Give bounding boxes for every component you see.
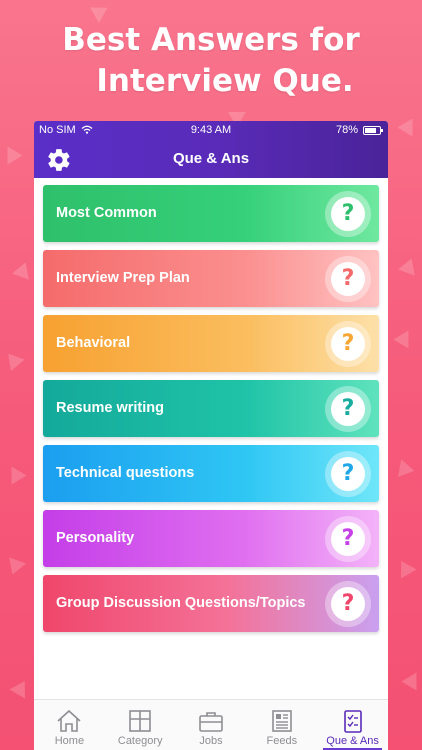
tab-category[interactable]: Category	[105, 700, 176, 750]
decorative-triangle	[3, 557, 27, 578]
headline-line-1: Best Answers for	[62, 22, 360, 58]
decorative-triangle	[1, 347, 25, 372]
list-item-label: Interview Prep Plan	[56, 270, 190, 286]
newspaper-icon	[271, 710, 292, 732]
home-icon	[57, 709, 81, 732]
list-item-technical-questions[interactable]: Technical questions ?	[43, 445, 379, 502]
page-title: Que & Ans	[172, 150, 250, 167]
status-bar: No SIM 9:43 AM 78%	[34, 121, 388, 141]
list-item-label: Behavioral	[56, 335, 131, 351]
list-item-label: Technical questions	[56, 465, 195, 481]
status-time: 9:43 AM	[190, 124, 232, 136]
list-item-group-discussion[interactable]: Group Discussion Questions/Topics ?	[43, 575, 379, 632]
tab-label: Feeds	[266, 735, 298, 747]
decorative-triangle	[11, 466, 27, 485]
promo-headline: Best Answers for Interview Que.	[0, 20, 422, 102]
tab-label: Que & Ans	[326, 735, 379, 747]
tab-jobs[interactable]: Jobs	[176, 700, 247, 750]
list-item-interview-prep-plan[interactable]: Interview Prep Plan ?	[43, 250, 379, 307]
list-item-personality[interactable]: Personality ?	[43, 510, 379, 567]
decorative-triangle	[11, 259, 35, 280]
tab-que-ans[interactable]: Que & Ans	[317, 700, 388, 750]
category-list: Most Common ? Interview Prep Plan ? Beha…	[34, 178, 388, 632]
briefcase-icon	[199, 712, 223, 732]
tab-home[interactable]: Home	[34, 700, 105, 750]
decorative-triangle	[9, 676, 33, 699]
list-item-label: Resume writing	[56, 400, 164, 416]
tab-bar: Home Category Jobs Feeds Que & Ans	[34, 699, 388, 750]
question-icon: ?	[325, 321, 371, 367]
battery-percent: 78%	[335, 124, 358, 136]
list-item-most-common[interactable]: Most Common ?	[43, 185, 379, 242]
question-icon: ?	[325, 451, 371, 497]
question-icon: ?	[325, 581, 371, 627]
question-icon: ?	[325, 516, 371, 562]
category-icon	[129, 710, 151, 732]
decorative-triangle	[393, 556, 417, 579]
list-item-label: Most Common	[56, 205, 157, 221]
navigation-bar: No SIM 9:43 AM 78% Que & Ans	[34, 121, 388, 178]
decorative-triangle	[393, 330, 409, 349]
battery-icon	[363, 126, 383, 135]
list-item-resume-writing[interactable]: Resume writing ?	[43, 380, 379, 437]
list-item-label: Group Discussion Questions/Topics	[56, 595, 306, 611]
decorative-triangle	[397, 255, 421, 276]
question-icon: ?	[325, 256, 371, 302]
list-item-label: Personality	[56, 530, 135, 546]
tab-label: Jobs	[199, 735, 223, 747]
decorative-triangle	[397, 118, 413, 137]
decorative-triangle	[401, 672, 417, 691]
decorative-triangle	[398, 459, 416, 480]
tab-label: Home	[54, 735, 85, 747]
checklist-icon	[343, 710, 362, 733]
question-icon: ?	[325, 191, 371, 237]
phone-screen: No SIM 9:43 AM 78% Que & Ans Most Common…	[34, 121, 388, 750]
list-item-behavioral[interactable]: Behavioral ?	[43, 315, 379, 372]
decorative-triangle	[7, 146, 23, 165]
headline-line-2: Interview Que.	[96, 63, 354, 99]
tab-feeds[interactable]: Feeds	[246, 700, 317, 750]
question-icon: ?	[325, 386, 371, 432]
tab-label: Category	[117, 735, 163, 747]
